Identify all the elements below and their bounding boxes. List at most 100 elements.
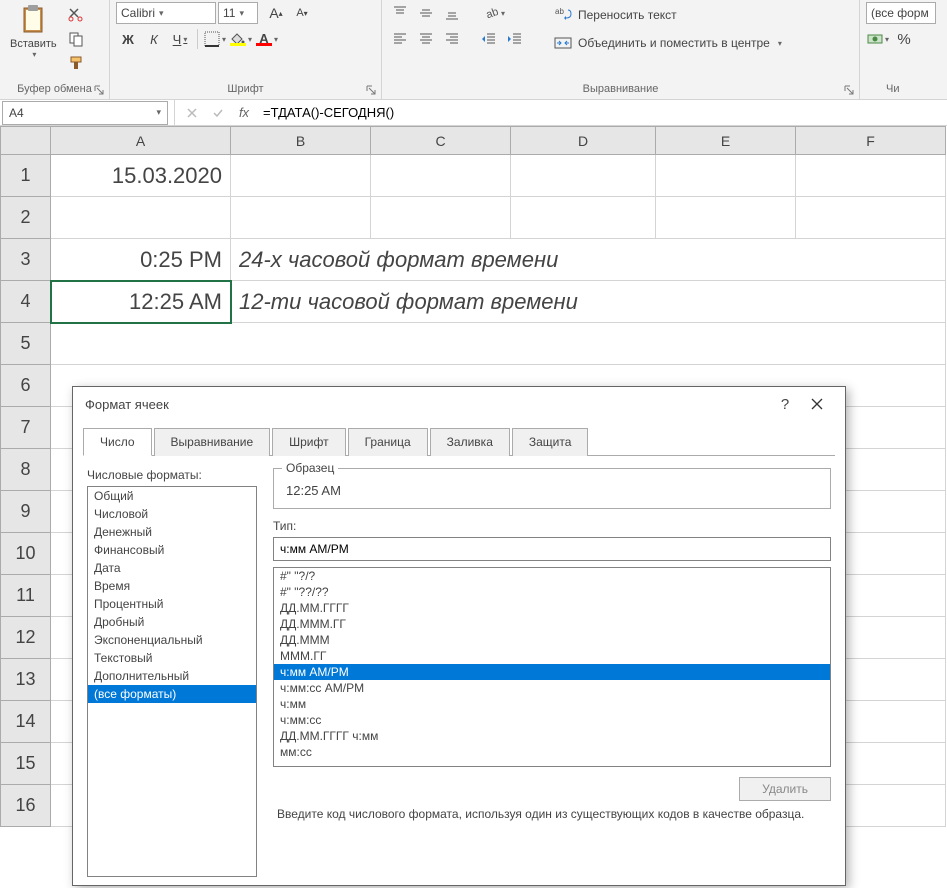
cell[interactable] bbox=[656, 197, 796, 239]
increase-font-button[interactable]: A▴ bbox=[264, 2, 288, 24]
cell[interactable] bbox=[511, 155, 656, 197]
cell[interactable]: 24-х часовой формат времени bbox=[231, 239, 946, 281]
align-center-button[interactable] bbox=[414, 28, 438, 50]
category-item[interactable]: Числовой bbox=[88, 505, 256, 523]
increase-indent-button[interactable] bbox=[503, 28, 527, 50]
cell[interactable]: 15.03.2020 bbox=[51, 155, 231, 197]
cell[interactable] bbox=[51, 197, 231, 239]
decrease-indent-button[interactable] bbox=[477, 28, 501, 50]
row-header[interactable]: 4 bbox=[1, 281, 51, 323]
cell[interactable] bbox=[231, 197, 371, 239]
dialog-titlebar[interactable]: Формат ячеек ? bbox=[73, 387, 845, 421]
cell[interactable] bbox=[656, 155, 796, 197]
type-item[interactable]: ДД.МММ.ГГ bbox=[274, 616, 830, 632]
cell[interactable] bbox=[796, 197, 946, 239]
column-header[interactable]: D bbox=[511, 127, 656, 155]
row-header[interactable]: 12 bbox=[1, 617, 51, 659]
row-header[interactable]: 8 bbox=[1, 449, 51, 491]
wrap-text-button[interactable]: ab Переносить текст bbox=[548, 2, 788, 28]
name-box[interactable]: A4 ▾ bbox=[2, 101, 168, 125]
font-color-button[interactable]: А ▾ bbox=[255, 28, 279, 50]
row-header[interactable]: 1 bbox=[1, 155, 51, 197]
category-item[interactable]: Денежный bbox=[88, 523, 256, 541]
type-item[interactable]: мм:сс bbox=[274, 744, 830, 760]
category-item[interactable]: Дополнительный bbox=[88, 667, 256, 685]
copy-button[interactable] bbox=[65, 28, 87, 50]
row-header[interactable]: 7 bbox=[1, 407, 51, 449]
align-left-button[interactable] bbox=[388, 28, 412, 50]
type-item[interactable]: МММ.ГГ bbox=[274, 648, 830, 664]
row-header[interactable]: 11 bbox=[1, 575, 51, 617]
type-item[interactable]: ч:мм AM/PM bbox=[274, 664, 830, 680]
type-item[interactable]: ДД.ММ.ГГГГ ч:мм bbox=[274, 728, 830, 744]
type-item[interactable]: ч:мм:сс AM/PM bbox=[274, 680, 830, 696]
dialog-tab-alignment[interactable]: Выравнивание bbox=[154, 428, 271, 456]
cut-button[interactable] bbox=[65, 4, 87, 26]
category-item[interactable]: (все форматы) bbox=[88, 685, 256, 703]
row-header[interactable]: 15 bbox=[1, 743, 51, 785]
type-item[interactable]: #" "?/? bbox=[274, 568, 830, 584]
merge-center-button[interactable]: Объединить и поместить в центре ▾ bbox=[548, 30, 788, 56]
row-header[interactable]: 16 bbox=[1, 785, 51, 827]
alignment-dialog-launcher[interactable] bbox=[842, 83, 856, 97]
cell[interactable]: 12-ти часовой формат времени bbox=[231, 281, 946, 323]
type-input[interactable] bbox=[273, 537, 831, 561]
cancel-formula-button[interactable] bbox=[181, 102, 203, 124]
cell[interactable] bbox=[511, 197, 656, 239]
currency-button[interactable]: ▾ bbox=[866, 28, 890, 50]
row-header[interactable]: 6 bbox=[1, 365, 51, 407]
orientation-button[interactable]: ab ▾ bbox=[477, 2, 511, 24]
row-header[interactable]: 5 bbox=[1, 323, 51, 365]
column-header[interactable]: A bbox=[51, 127, 231, 155]
column-header[interactable]: C bbox=[371, 127, 511, 155]
dialog-help-button[interactable]: ? bbox=[769, 388, 801, 420]
cell[interactable] bbox=[51, 323, 946, 365]
fill-color-button[interactable]: ▾ bbox=[229, 28, 253, 50]
cell[interactable] bbox=[371, 155, 511, 197]
type-list[interactable]: #" "?/?#" "??/??ДД.ММ.ГГГГДД.МММ.ГГДД.ММ… bbox=[273, 567, 831, 767]
category-item[interactable]: Общий bbox=[88, 487, 256, 505]
insert-function-button[interactable]: fx bbox=[233, 102, 255, 124]
column-header[interactable]: E bbox=[656, 127, 796, 155]
dialog-tab-fill[interactable]: Заливка bbox=[430, 428, 510, 456]
dialog-tab-font[interactable]: Шрифт bbox=[272, 428, 345, 456]
cell[interactable] bbox=[231, 155, 371, 197]
decrease-font-button[interactable]: A▾ bbox=[290, 2, 314, 24]
category-item[interactable]: Экспоненциальный bbox=[88, 631, 256, 649]
category-item[interactable]: Дата bbox=[88, 559, 256, 577]
font-dialog-launcher[interactable] bbox=[364, 83, 378, 97]
italic-button[interactable]: К bbox=[142, 28, 166, 50]
format-painter-button[interactable] bbox=[65, 52, 87, 74]
category-list[interactable]: ОбщийЧисловойДенежныйФинансовыйДатаВремя… bbox=[87, 486, 257, 877]
row-header[interactable]: 3 bbox=[1, 239, 51, 281]
cell-active[interactable]: 12:25 AM bbox=[51, 281, 231, 323]
delete-button[interactable]: Удалить bbox=[739, 777, 831, 801]
category-item[interactable]: Текстовый bbox=[88, 649, 256, 667]
column-header[interactable]: B bbox=[231, 127, 371, 155]
percent-button[interactable]: % bbox=[892, 28, 916, 50]
dialog-tab-border[interactable]: Граница bbox=[348, 428, 428, 456]
borders-button[interactable]: ▾ bbox=[203, 28, 227, 50]
type-item[interactable]: ДД.ММ.ГГГГ bbox=[274, 600, 830, 616]
select-all-corner[interactable] bbox=[1, 127, 51, 155]
dialog-tab-number[interactable]: Число bbox=[83, 428, 152, 456]
category-item[interactable]: Финансовый bbox=[88, 541, 256, 559]
align-middle-button[interactable] bbox=[414, 2, 438, 24]
bold-button[interactable]: Ж bbox=[116, 28, 140, 50]
clipboard-dialog-launcher[interactable] bbox=[92, 83, 106, 97]
align-right-button[interactable] bbox=[440, 28, 464, 50]
type-item[interactable]: ДД.МММ bbox=[274, 632, 830, 648]
category-item[interactable]: Время bbox=[88, 577, 256, 595]
row-header[interactable]: 14 bbox=[1, 701, 51, 743]
enter-formula-button[interactable] bbox=[207, 102, 229, 124]
font-size-combo[interactable]: 11 ▾ bbox=[218, 2, 258, 24]
column-header[interactable]: F bbox=[796, 127, 946, 155]
row-header[interactable]: 10 bbox=[1, 533, 51, 575]
paste-button[interactable]: Вставить ▾ bbox=[6, 2, 61, 61]
type-item[interactable]: #" "??/?? bbox=[274, 584, 830, 600]
align-top-button[interactable] bbox=[388, 2, 412, 24]
align-bottom-button[interactable] bbox=[440, 2, 464, 24]
formula-input[interactable] bbox=[255, 105, 947, 120]
cell[interactable] bbox=[371, 197, 511, 239]
type-item[interactable]: ч:мм:сс bbox=[274, 712, 830, 728]
